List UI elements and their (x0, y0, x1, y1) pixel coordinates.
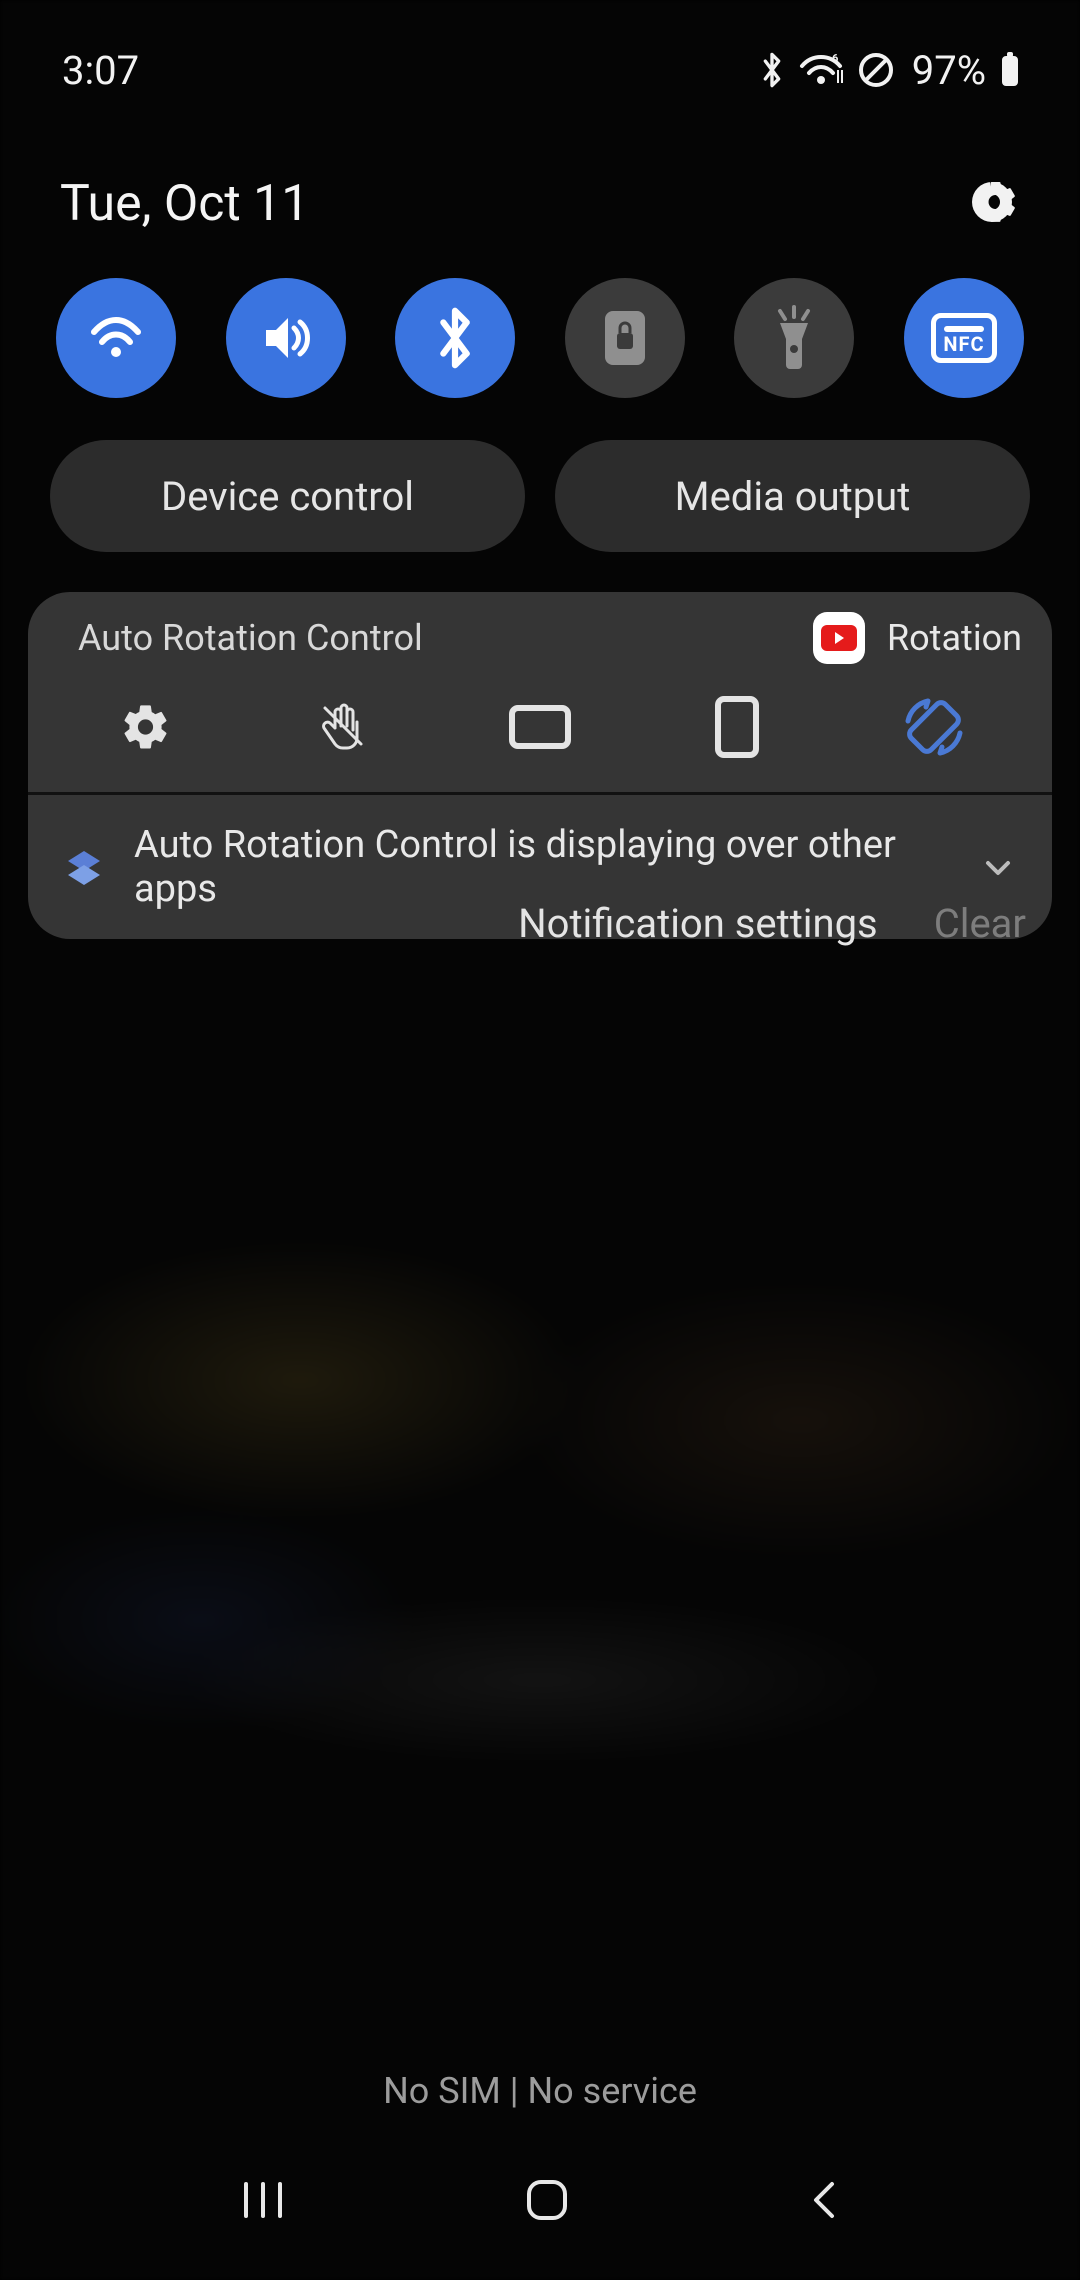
battery-icon (998, 50, 1022, 90)
toggle-wifi[interactable] (56, 278, 176, 398)
speaker-icon (254, 306, 318, 370)
notification-overlay-text: Auto Rotation Control is displaying over… (134, 823, 950, 911)
layers-icon (62, 845, 106, 889)
toggle-nfc[interactable]: NFC (904, 278, 1024, 398)
hand-off-icon (317, 698, 369, 756)
chevron-down-icon[interactable] (978, 847, 1018, 887)
lock-icon (599, 305, 651, 371)
wifi-icon: 6 (798, 50, 844, 90)
nav-home-button[interactable] (523, 2176, 571, 2224)
rotation-auto-button[interactable] (899, 692, 969, 762)
flashlight-icon (766, 305, 822, 371)
auto-rotate-icon (900, 693, 968, 761)
wifi-icon (84, 306, 148, 370)
back-icon (806, 2176, 842, 2224)
recents-icon (238, 2178, 288, 2222)
nav-back-button[interactable] (806, 2176, 842, 2224)
do-not-disturb-icon (856, 50, 896, 90)
gear-icon (120, 701, 172, 753)
toggle-sound[interactable] (226, 278, 346, 398)
rotation-portrait-button[interactable] (702, 692, 772, 762)
toggle-rotation-lock[interactable] (565, 278, 685, 398)
notification-settings-button[interactable]: Notification settings (518, 900, 878, 947)
notification-header: Auto Rotation Control Rotation (28, 592, 1052, 674)
nav-recents-button[interactable] (238, 2178, 288, 2222)
bluetooth-icon (758, 50, 786, 90)
qs-header: Tue, Oct 11 (60, 175, 1020, 233)
device-control-button[interactable]: Device control (50, 440, 525, 552)
rotation-landscape-button[interactable] (505, 692, 575, 762)
navigation-bar (0, 2140, 1080, 2280)
notification-header-right: Rotation (813, 612, 1022, 664)
notification-app-title: Auto Rotation Control (78, 617, 423, 659)
status-time: 3:07 (62, 47, 139, 94)
status-bar: 3:07 6 97% (0, 0, 1080, 140)
portrait-icon (714, 695, 760, 759)
notification-card[interactable]: Auto Rotation Control Rotation (28, 592, 1052, 939)
qs-date[interactable]: Tue, Oct 11 (60, 175, 309, 233)
status-right-icons: 6 97% (758, 47, 1022, 94)
toggle-flashlight[interactable] (734, 278, 854, 398)
qs-pill-row: Device control Media output (50, 440, 1030, 552)
notification-controls (28, 674, 1052, 792)
landscape-icon (508, 704, 572, 750)
carrier-status: No SIM | No service (0, 2070, 1080, 2112)
clear-button[interactable]: Clear (934, 900, 1026, 947)
rotation-settings-button[interactable] (111, 692, 181, 762)
nfc-icon: NFC (931, 313, 997, 363)
nfc-label: NFC (943, 334, 984, 354)
media-output-button[interactable]: Media output (555, 440, 1030, 552)
battery-percent: 97% (912, 47, 986, 94)
qs-toggle-row: NFC (56, 278, 1024, 398)
rotation-notouch-button[interactable] (308, 692, 378, 762)
svg-text:6: 6 (832, 52, 838, 65)
notification-footer: Notification settings Clear (518, 900, 1026, 947)
bluetooth-icon (430, 303, 480, 373)
home-icon (523, 2176, 571, 2224)
notification-right-label: Rotation (887, 617, 1022, 659)
notification-shade: 3:07 6 97% (0, 0, 1080, 2280)
gear-icon (972, 178, 1020, 226)
youtube-icon (813, 612, 865, 664)
settings-button[interactable] (968, 178, 1020, 230)
toggle-bluetooth[interactable] (395, 278, 515, 398)
